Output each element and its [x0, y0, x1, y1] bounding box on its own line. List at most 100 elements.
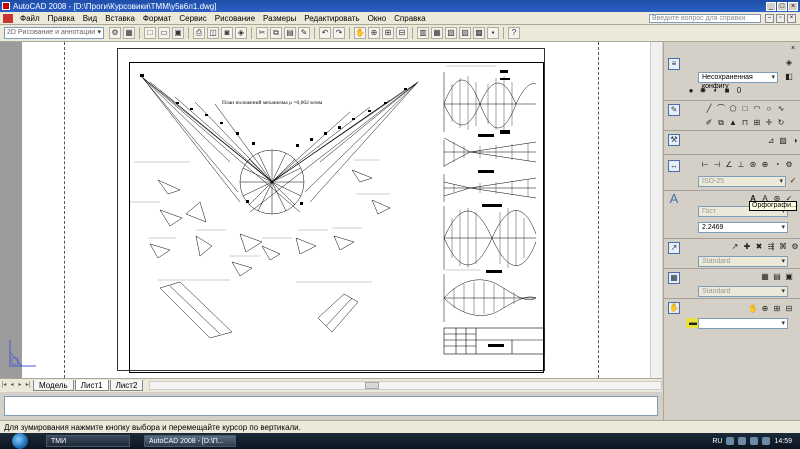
zoom-realtime-icon[interactable]: ⊕	[368, 27, 380, 39]
nav-zoom-prev-icon[interactable]: ⊟	[784, 304, 794, 314]
polygon-icon[interactable]: ⬠	[728, 104, 738, 114]
match-properties-icon[interactable]: ✎	[298, 27, 310, 39]
menu-format[interactable]: Формат	[139, 14, 175, 23]
ordinate-dim-icon[interactable]: ⊥	[736, 160, 746, 170]
gradient-icon[interactable]: ◑	[790, 136, 800, 146]
spline-icon[interactable]: ∿	[776, 104, 786, 114]
move-icon[interactable]: ✛	[764, 118, 774, 128]
layers-panel-icon[interactable]: ≡	[668, 58, 680, 70]
line-icon[interactable]: ╱	[704, 104, 714, 114]
nav-zoom-icon[interactable]: ⊕	[760, 304, 770, 314]
align-leader-icon[interactable]: ⇶	[766, 242, 776, 252]
copy-icon[interactable]: ⧉	[270, 27, 282, 39]
layer-color-icon[interactable]: ■	[722, 86, 732, 96]
array-icon[interactable]: ⊞	[752, 118, 762, 128]
publish-icon[interactable]: ◙	[221, 27, 233, 39]
angular-dim-icon[interactable]: ∠	[724, 160, 734, 170]
mtext-icon[interactable]: ⊿	[766, 136, 776, 146]
table-style-icon[interactable]: ▤	[772, 272, 782, 282]
open-file-icon[interactable]: ▭	[158, 27, 170, 39]
language-indicator[interactable]: RU	[712, 438, 722, 445]
radius-dim-icon[interactable]: ⊛	[748, 160, 758, 170]
drawing-area[interactable]: План положений механизма μ =0,002 м/мм	[0, 42, 662, 378]
circle-icon[interactable]: ○	[764, 104, 774, 114]
workspace-select[interactable]: 2D Рисование и аннотации	[4, 27, 104, 39]
tool-palettes-icon[interactable]: ▧	[445, 27, 457, 39]
doc-minimize-button[interactable]: –	[765, 13, 774, 23]
layer-lock-icon[interactable]: ▪	[710, 86, 720, 96]
zoom-window-icon[interactable]: ⊞	[382, 27, 394, 39]
scroll-thumb[interactable]	[364, 382, 379, 389]
dim-style-select[interactable]: ISO-25	[698, 176, 786, 187]
menu-help[interactable]: Справка	[390, 14, 429, 23]
add-leader-icon[interactable]: ✚	[742, 242, 752, 252]
text-height-select[interactable]: 2.2469	[698, 222, 788, 233]
nav-zoom-window-icon[interactable]: ⊞	[772, 304, 782, 314]
tab-model[interactable]: Модель	[33, 380, 74, 391]
menu-window[interactable]: Окно	[364, 14, 391, 23]
copy-object-icon[interactable]: ⧉	[716, 118, 726, 128]
help-search-input[interactable]: Введите вопрос для справки	[649, 13, 761, 23]
layer-name-icon[interactable]: 0	[734, 86, 744, 96]
horizontal-scrollbar[interactable]	[149, 381, 662, 390]
zoom-previous-icon[interactable]: ⊟	[396, 27, 408, 39]
nav-pan-icon[interactable]: ✋	[748, 304, 758, 314]
table-panel-icon[interactable]: ▦	[668, 272, 680, 284]
calculator-icon[interactable]: ▪	[487, 27, 499, 39]
menu-edit[interactable]: Правка	[44, 14, 79, 23]
menu-draw[interactable]: Рисование	[211, 14, 259, 23]
plot-icon[interactable]: ⎙	[193, 27, 205, 39]
draw-panel-icon[interactable]: ✎	[668, 104, 680, 116]
menu-view[interactable]: Вид	[79, 14, 101, 23]
quick-dim-icon[interactable]: ◔	[772, 160, 782, 170]
first-tab-icon[interactable]: |◂	[0, 381, 8, 390]
layer-bulb-icon[interactable]: ●	[686, 86, 696, 96]
doc-restore-button[interactable]: ▫	[776, 13, 785, 23]
next-tab-icon[interactable]: ▸	[16, 381, 24, 390]
collect-leader-icon[interactable]: ⌘	[778, 242, 788, 252]
clock[interactable]: 14:59	[774, 438, 792, 445]
view-select[interactable]	[698, 318, 788, 329]
offset-icon[interactable]: ⊓	[740, 118, 750, 128]
menu-file[interactable]: Файл	[16, 14, 44, 23]
workspace-settings-icon[interactable]: ⚙	[109, 27, 121, 39]
multileader-style-select[interactable]: Standard	[698, 256, 788, 267]
close-button[interactable]: ×	[788, 1, 798, 11]
layer-state-select[interactable]: Несохраненная конфигу	[698, 72, 778, 90]
arc-icon[interactable]: ◠	[752, 104, 762, 114]
maximize-button[interactable]: □	[777, 1, 787, 11]
sheet-set-icon[interactable]: ▨	[459, 27, 471, 39]
leader-style-icon[interactable]: ⚙	[790, 242, 800, 252]
save-icon[interactable]: ▣	[172, 27, 184, 39]
erase-icon[interactable]: ✐	[704, 118, 714, 128]
new-file-icon[interactable]: □	[144, 27, 156, 39]
dim-style-icon[interactable]: ⚙	[784, 160, 794, 170]
command-input[interactable]	[4, 396, 658, 416]
autocad-app-icon[interactable]	[2, 2, 10, 10]
tab-layout2[interactable]: Лист2	[109, 380, 144, 391]
polyline-icon[interactable]: ⌒	[716, 104, 726, 114]
markup-icon[interactable]: ▩	[473, 27, 485, 39]
tray-app-icon[interactable]	[726, 437, 735, 445]
menu-insert[interactable]: Вставка	[101, 14, 139, 23]
pan-icon[interactable]: ✋	[354, 27, 366, 39]
doc-close-button[interactable]: ×	[787, 13, 796, 23]
text-panel-icon[interactable]: A	[668, 192, 680, 206]
menu-tools[interactable]: Сервис	[175, 14, 210, 23]
properties-icon[interactable]: ▥	[417, 27, 429, 39]
menu-dimension[interactable]: Размеры	[259, 14, 300, 23]
document-menu-icon[interactable]	[3, 13, 13, 23]
rotate-icon[interactable]: ↻	[776, 118, 786, 128]
multileader-panel-icon[interactable]: ↗	[668, 242, 680, 254]
center-mark-icon[interactable]: ⊕	[760, 160, 770, 170]
aligned-dim-icon[interactable]: ⊣	[712, 160, 722, 170]
cut-icon[interactable]: ✂	[256, 27, 268, 39]
palette-close-icon[interactable]: ×	[789, 45, 797, 53]
workspace-icon[interactable]: ▦	[123, 27, 135, 39]
linear-dim-icon[interactable]: ⊢	[700, 160, 710, 170]
tray-safely-remove-icon[interactable]	[762, 437, 771, 445]
table-style-select[interactable]: Standard	[698, 286, 788, 297]
prev-tab-icon[interactable]: ◂	[8, 381, 16, 390]
vertical-scrollbar[interactable]	[650, 42, 662, 378]
tray-network-icon[interactable]	[738, 437, 747, 445]
